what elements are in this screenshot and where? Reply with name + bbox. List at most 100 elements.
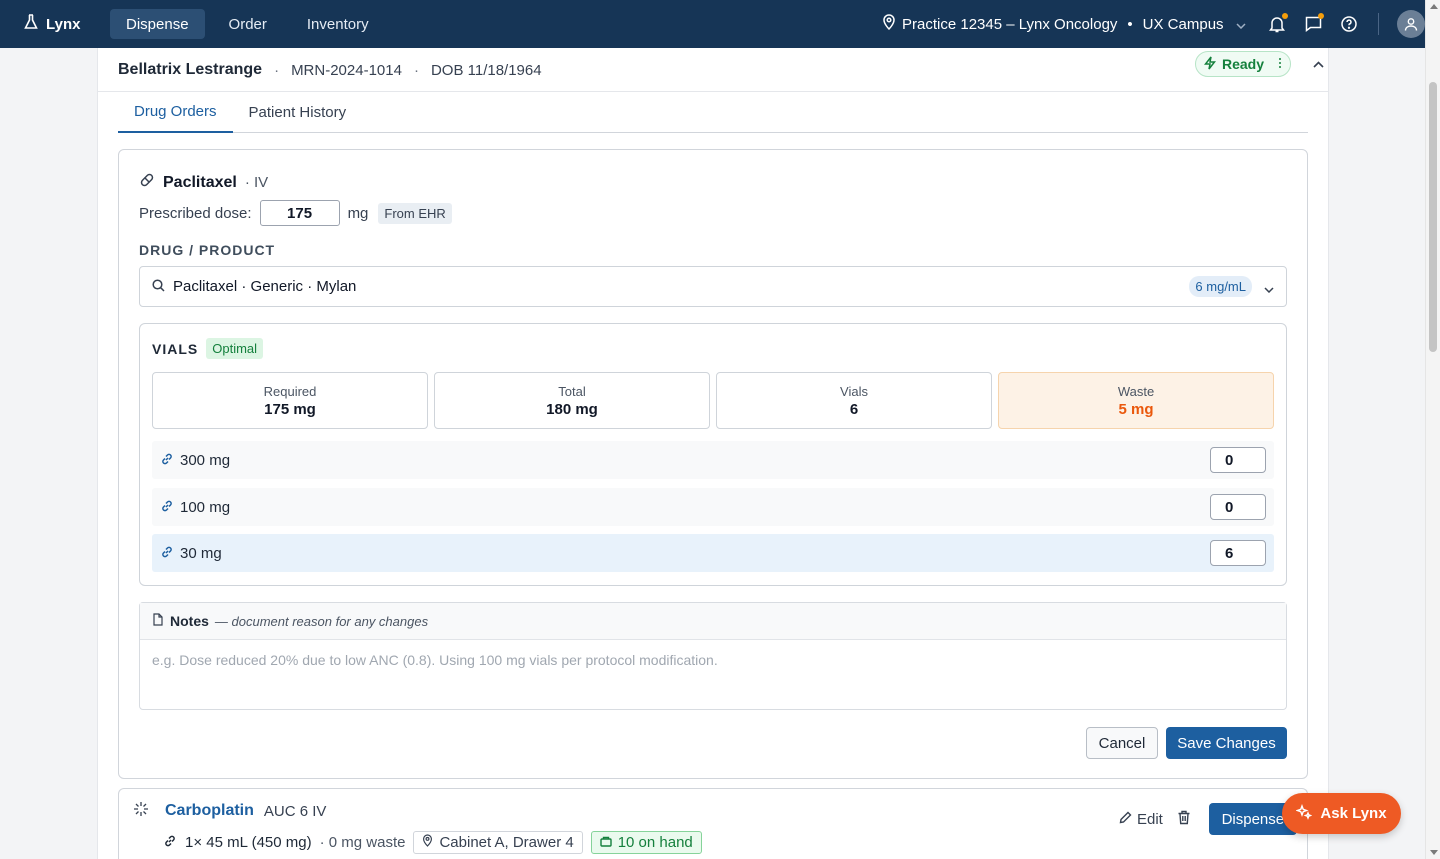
practice-selector[interactable]: Practice 12345 – Lynx Oncology • UX Camp… bbox=[882, 0, 1246, 48]
brand[interactable]: Lynx bbox=[24, 14, 110, 34]
stat-total: Total 180 mg bbox=[434, 372, 710, 429]
ask-lynx-label: Ask Lynx bbox=[1320, 805, 1387, 822]
edit-button[interactable]: Edit bbox=[1119, 811, 1163, 828]
vials-header: VIALS Optimal bbox=[152, 338, 264, 359]
vial-row-selected: 30 mg bbox=[152, 534, 1274, 572]
vials-panel: VIALS Optimal Required 175 mg Total 180 … bbox=[139, 323, 1287, 586]
stat-label: Vials bbox=[840, 383, 868, 399]
link-icon bbox=[160, 452, 174, 469]
practice-name: Practice 12345 – Lynx Oncology bbox=[902, 15, 1118, 33]
user-avatar-icon[interactable] bbox=[1397, 10, 1425, 38]
status-badge[interactable]: Ready bbox=[1195, 51, 1292, 77]
link-icon bbox=[160, 499, 174, 516]
order2-actions: Edit Dispense bbox=[1119, 803, 1297, 835]
edit-label: Edit bbox=[1137, 810, 1163, 828]
chevron-down-icon bbox=[1264, 280, 1274, 296]
chevron-down-icon bbox=[1236, 16, 1246, 33]
vial-qty-input[interactable] bbox=[1210, 494, 1266, 520]
help-icon[interactable] bbox=[1338, 13, 1360, 35]
stat-required: Required 175 mg bbox=[152, 372, 428, 429]
order2-title: Carboplatin AUC 6 IV bbox=[133, 801, 326, 821]
order2-drug-name[interactable]: Carboplatin bbox=[165, 802, 254, 820]
map-pin-icon bbox=[882, 14, 896, 34]
message-icon[interactable] bbox=[1302, 13, 1324, 35]
search-icon bbox=[152, 278, 165, 295]
scroll-up-arrow-icon[interactable] bbox=[1430, 4, 1438, 9]
vial-size: 100 mg bbox=[180, 498, 231, 516]
trash-icon[interactable] bbox=[1177, 810, 1191, 829]
map-pin-icon bbox=[422, 834, 433, 851]
nav-dispense[interactable]: Dispense bbox=[110, 9, 205, 39]
stat-value: 5 mg bbox=[1118, 400, 1154, 418]
message-dot bbox=[1318, 13, 1324, 19]
order2-meta: 1× 45 mL (450 mg) · 0 mg waste Cabinet A… bbox=[163, 831, 702, 854]
lightning-icon bbox=[1203, 56, 1217, 73]
pencil-icon bbox=[1119, 811, 1132, 828]
notes-panel: Notes — document reason for any changes bbox=[139, 602, 1287, 710]
vials-title: VIALS bbox=[152, 340, 199, 357]
stat-value: 6 bbox=[849, 400, 859, 418]
vial-size: 30 mg bbox=[180, 544, 222, 562]
brand-name: Lynx bbox=[46, 15, 81, 33]
patient-dob: DOB 11/18/1964 bbox=[430, 61, 542, 79]
concentration-badge: 6 mg/mL bbox=[1189, 276, 1252, 297]
patient-header: Bellatrix Lestrange · MRN-2024-1014 · DO… bbox=[118, 48, 1328, 92]
campus-name: UX Campus bbox=[1142, 15, 1224, 33]
notes-textarea[interactable] bbox=[140, 640, 1286, 709]
stat-vials: Vials 6 bbox=[716, 372, 992, 429]
practice-separator: • bbox=[1127, 15, 1133, 33]
location-text: Cabinet A, Drawer 4 bbox=[439, 834, 574, 851]
notes-header: Notes — document reason for any changes bbox=[140, 603, 1286, 640]
stat-waste: Waste 5 mg bbox=[998, 372, 1274, 429]
scroll-thumb[interactable] bbox=[1429, 82, 1437, 352]
stat-label: Waste bbox=[1117, 383, 1155, 399]
chevron-up-icon[interactable] bbox=[1308, 54, 1328, 74]
stat-label: Required bbox=[263, 383, 317, 399]
patient-mrn: MRN-2024-1014 bbox=[291, 61, 402, 79]
top-icons bbox=[1266, 0, 1425, 48]
optimal-badge: Optimal bbox=[206, 338, 264, 359]
link-icon bbox=[160, 545, 174, 562]
tab-drug-orders[interactable]: Drug Orders bbox=[118, 92, 233, 133]
product-select[interactable]: Paclitaxel · Generic · Mylan 6 mg/mL bbox=[139, 266, 1287, 307]
vial-row: 300 mg bbox=[152, 441, 1274, 479]
product-section-label: DRUG / PRODUCT bbox=[139, 242, 276, 258]
more-vertical-icon[interactable] bbox=[1278, 56, 1282, 72]
bell-icon[interactable] bbox=[1266, 13, 1288, 35]
tab-patient-history[interactable]: Patient History bbox=[233, 92, 363, 132]
notes-title: Notes bbox=[170, 613, 209, 629]
order2-vials: 1× 45 mL (450 mg) bbox=[185, 834, 312, 851]
cancel-button[interactable]: Cancel bbox=[1086, 727, 1158, 759]
stock-chip: 10 on hand bbox=[590, 831, 702, 854]
drug-route: · IV bbox=[244, 174, 269, 191]
drug-name: Paclitaxel bbox=[163, 173, 237, 191]
page-scrollbar[interactable] bbox=[1425, 0, 1440, 859]
vial-qty-input[interactable] bbox=[1210, 447, 1266, 473]
status-text: Ready bbox=[1222, 56, 1265, 72]
flask-icon bbox=[24, 14, 38, 34]
scroll-down-arrow-icon[interactable] bbox=[1430, 850, 1438, 855]
order2-regimen: AUC 6 IV bbox=[263, 802, 327, 820]
separator: · bbox=[413, 61, 419, 79]
vial-qty-input[interactable] bbox=[1210, 540, 1266, 566]
nav-order[interactable]: Order bbox=[213, 9, 283, 39]
stock-text: 10 on hand bbox=[617, 834, 693, 851]
drug-order-panel: Paclitaxel · IV Prescribed dose: mg From… bbox=[118, 149, 1308, 779]
patient-card: Bellatrix Lestrange · MRN-2024-1014 · DO… bbox=[97, 48, 1329, 859]
dose-input[interactable] bbox=[259, 200, 340, 226]
order2-waste: · 0 mg waste bbox=[319, 834, 406, 851]
save-changes-button[interactable]: Save Changes bbox=[1166, 727, 1287, 759]
stat-value: 175 mg bbox=[264, 400, 316, 418]
dose-label: Prescribed dose: bbox=[139, 204, 252, 222]
stat-value: 180 mg bbox=[546, 400, 598, 418]
nav-inventory[interactable]: Inventory bbox=[291, 9, 385, 39]
location-chip: Cabinet A, Drawer 4 bbox=[413, 831, 583, 854]
ask-lynx-button[interactable]: Ask Lynx bbox=[1282, 793, 1401, 834]
sparkle-icon bbox=[133, 801, 149, 821]
vial-row: 100 mg bbox=[152, 488, 1274, 526]
separator: · bbox=[274, 61, 280, 79]
tab-bar: Drug Orders Patient History bbox=[118, 92, 1308, 133]
document-icon bbox=[152, 613, 164, 629]
sparkles-icon bbox=[1295, 803, 1313, 824]
notes-hint: — document reason for any changes bbox=[214, 613, 429, 629]
